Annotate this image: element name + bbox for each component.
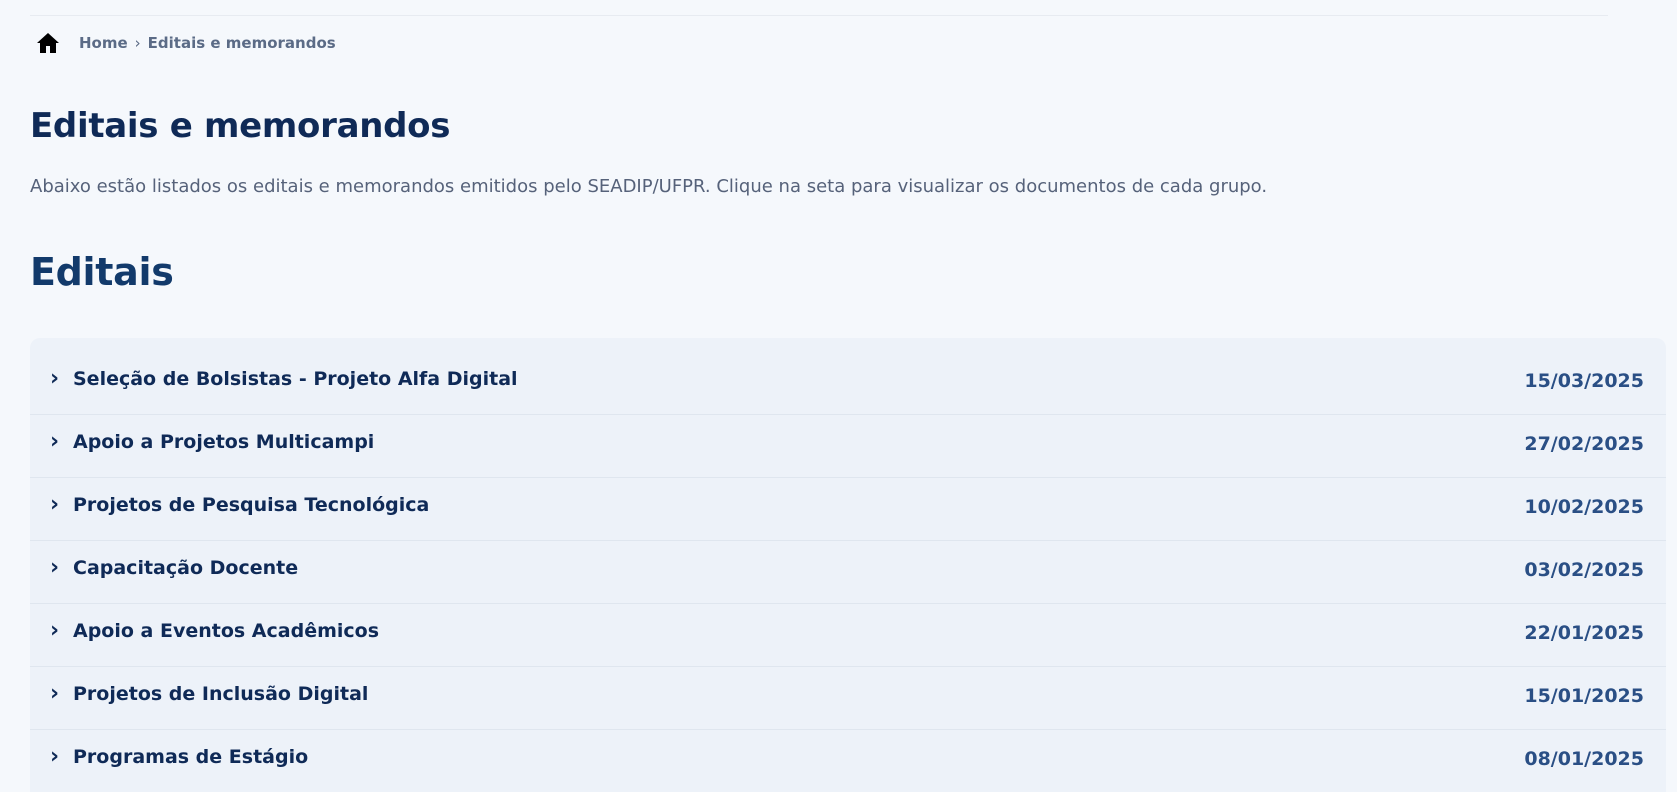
- section-title-editais: Editais: [30, 250, 174, 294]
- chevron-right-icon[interactable]: ›: [50, 366, 59, 391]
- top-divider: [30, 15, 1608, 16]
- breadcrumb: Home › Editais e memorandos: [35, 28, 336, 58]
- breadcrumb-separator: ›: [134, 34, 141, 52]
- edital-title: Seleção de Bolsistas - Projeto Alfa Digi…: [73, 368, 518, 390]
- chevron-right-icon[interactable]: ›: [50, 618, 59, 643]
- page-title: Editais e memorandos: [30, 106, 451, 146]
- edital-row[interactable]: › Projetos de Inclusão Digital 15/01/202…: [30, 667, 1666, 730]
- edital-date: 22/01/2025: [1524, 622, 1644, 644]
- editais-list: › Seleção de Bolsistas - Projeto Alfa Di…: [30, 338, 1666, 792]
- edital-date: 08/01/2025: [1524, 748, 1644, 770]
- edital-row[interactable]: › Programas de Estágio 08/01/2025: [30, 730, 1666, 792]
- edital-date: 15/01/2025: [1524, 685, 1644, 707]
- home-icon[interactable]: [35, 30, 61, 56]
- edital-title: Projetos de Pesquisa Tecnológica: [73, 494, 430, 516]
- page-intro: Abaixo estão listados os editais e memor…: [30, 176, 1268, 197]
- edital-row[interactable]: › Seleção de Bolsistas - Projeto Alfa Di…: [30, 352, 1666, 415]
- edital-date: 10/02/2025: [1524, 496, 1644, 518]
- edital-title: Projetos de Inclusão Digital: [73, 683, 369, 705]
- edital-row[interactable]: › Apoio a Projetos Multicampi 27/02/2025: [30, 415, 1666, 478]
- chevron-right-icon[interactable]: ›: [50, 492, 59, 517]
- edital-date: 27/02/2025: [1524, 433, 1644, 455]
- breadcrumb-current: Editais e memorandos: [147, 34, 336, 52]
- edital-row[interactable]: › Capacitação Docente 03/02/2025: [30, 541, 1666, 604]
- edital-row[interactable]: › Apoio a Eventos Acadêmicos 22/01/2025: [30, 604, 1666, 667]
- edital-title: Apoio a Projetos Multicampi: [73, 431, 375, 453]
- chevron-right-icon[interactable]: ›: [50, 555, 59, 580]
- edital-title: Apoio a Eventos Acadêmicos: [73, 620, 380, 642]
- edital-date: 03/02/2025: [1524, 559, 1644, 581]
- edital-date: 15/03/2025: [1524, 370, 1644, 392]
- chevron-right-icon[interactable]: ›: [50, 744, 59, 769]
- chevron-right-icon[interactable]: ›: [50, 681, 59, 706]
- edital-title: Programas de Estágio: [73, 746, 309, 768]
- edital-row[interactable]: › Projetos de Pesquisa Tecnológica 10/02…: [30, 478, 1666, 541]
- edital-title: Capacitação Docente: [73, 557, 299, 579]
- chevron-right-icon[interactable]: ›: [50, 429, 59, 454]
- breadcrumb-home-link[interactable]: Home: [79, 34, 128, 52]
